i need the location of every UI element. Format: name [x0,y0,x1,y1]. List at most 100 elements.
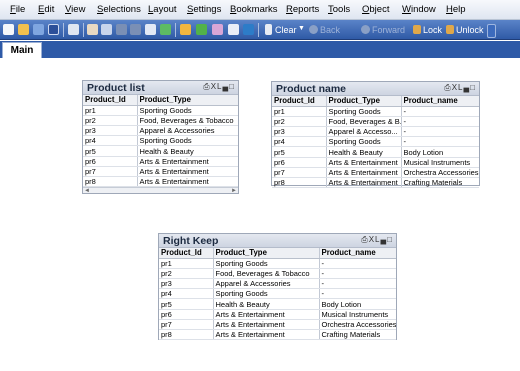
column-header[interactable]: Product_Type [326,96,402,107]
table-cell[interactable]: Musical Instruments [319,309,396,320]
menu-window[interactable]: Window [402,4,436,15]
table-cell[interactable]: Arts & Entertainment [326,167,402,179]
table-cell[interactable]: Sporting Goods [137,135,238,147]
table-row[interactable]: pr1 Sporting Goods [83,105,238,116]
print-icon[interactable]: ⎙ [361,235,368,244]
table-cell[interactable]: pr3 [159,278,214,290]
table-cell[interactable]: - [319,268,396,280]
table-cell[interactable]: - [401,126,479,138]
table-cell[interactable]: Apparel & Accessories [213,278,320,290]
table-row[interactable]: pr4 Sporting Goods - [272,136,479,148]
table-cell[interactable]: - [401,106,479,117]
excel-export-icon[interactable]: XL [369,235,381,244]
table-row[interactable]: pr2 Food, Beverages & Tobacco - [159,268,396,280]
table-cell[interactable]: Musical Instruments [401,157,479,168]
table-cell[interactable]: pr2 [159,268,214,280]
table-cell[interactable]: Arts & Entertainment [326,157,402,168]
table-cell[interactable]: pr1 [272,106,327,117]
column-header[interactable]: Product_Id [159,248,214,259]
search-icon[interactable] [145,24,156,35]
table-cell[interactable]: Sporting Goods [213,258,320,269]
table-cell[interactable]: pr5 [159,298,214,310]
table-cell[interactable]: Sporting Goods [137,105,238,116]
table-row[interactable]: pr3 Apparel & Accesso... - [272,126,479,138]
table-row[interactable]: pr7 Arts & Entertainment Orchestra Accesso… [272,167,479,179]
table-row[interactable]: pr6 Arts & Entertainment [83,156,238,167]
product-name-table[interactable]: Product name ⎙XL▄□ Product_Id Product_Ty… [271,81,480,189]
star-icon[interactable] [196,24,207,35]
table-cell[interactable]: pr3 [83,125,138,137]
table-row[interactable]: pr1 Sporting Goods - [159,258,396,269]
table-cell[interactable]: Crafting Materials [401,177,479,189]
table-cell[interactable]: Arts & Entertainment [213,329,320,341]
new-document-icon[interactable] [3,24,14,35]
horizontal-scrollbar[interactable]: ◄ ► [83,187,238,194]
table-cell[interactable]: pr6 [272,157,327,168]
table-cell[interactable]: pr8 [159,329,214,341]
table-cell[interactable]: pr8 [83,176,138,188]
product-list-table[interactable]: Product list ⎙XL▄□ Product_Id Product_Ty… [82,80,239,194]
print-icon[interactable]: ⎙ [444,83,451,92]
table-row[interactable]: pr4 Sporting Goods - [159,288,396,300]
table-cell[interactable]: Arts & Entertainment [137,156,238,167]
table-cell[interactable]: Body Lotion [319,298,396,310]
menu-settings[interactable]: Settings [187,4,221,15]
excel-export-icon[interactable]: XL [452,83,464,92]
table-cell[interactable]: pr7 [272,167,327,179]
table-row[interactable]: pr8 Arts & Entertainment Crafting Material… [272,177,479,189]
chevron-down-icon[interactable]: ▼ [298,25,305,32]
print-icon[interactable]: ⎙ [203,82,210,91]
table-row[interactable]: pr2 Food, Beverages & Tobacco [83,115,238,127]
table-cell[interactable]: pr4 [83,135,138,147]
maximize-icon[interactable]: □ [470,83,476,92]
toolbar-overflow-icon[interactable] [487,24,496,38]
table-cell[interactable]: pr4 [159,288,214,300]
back-button[interactable]: Back [320,25,340,35]
menu-help[interactable]: Help [446,4,466,15]
table-cell[interactable]: pr5 [272,146,327,158]
wand-icon[interactable] [228,24,239,35]
table-cell[interactable]: - [319,288,396,300]
reload-icon[interactable] [33,24,44,35]
table-row[interactable]: pr8 Arts & Entertainment [83,176,238,188]
table-cell[interactable]: Arts & Entertainment [213,309,320,320]
table-cell[interactable]: Health & Beauty [326,146,402,158]
table-cell[interactable]: pr5 [83,145,138,157]
menu-layout[interactable]: Layout [148,4,177,15]
table-cell[interactable]: pr7 [159,319,214,331]
lock-button[interactable]: Lock [423,25,442,35]
menu-reports[interactable]: Reports [286,4,319,15]
excel-export-icon[interactable]: XL [211,82,223,91]
table-row[interactable]: pr5 Health & Beauty Body Lotion [159,298,396,310]
chart-icon[interactable] [180,24,191,35]
right-keep-table[interactable]: Right Keep ⎙XL▄□ Product_Id Product_Type… [158,233,397,341]
edit-script-icon[interactable] [87,24,98,35]
table-cell[interactable]: Crafting Materials [319,329,396,341]
column-header[interactable]: Product_Id [272,96,327,107]
scroll-right-icon[interactable]: ► [231,188,237,194]
table-cell[interactable]: pr4 [272,136,327,148]
table-cell[interactable]: Arts & Entertainment [137,176,238,188]
save-icon[interactable] [48,24,59,35]
column-header[interactable]: Product_name [319,248,396,259]
menu-bookmarks[interactable]: Bookmarks [230,4,278,15]
column-header[interactable]: Product_Type [137,95,238,106]
table-cell[interactable]: Health & Beauty [137,145,238,157]
clear-button[interactable]: Clear [275,25,297,35]
maximize-icon[interactable]: □ [229,82,235,91]
table-row[interactable]: pr7 Arts & Entertainment [83,166,238,178]
table-cell[interactable]: Arts & Entertainment [137,166,238,178]
table-cell[interactable]: Body Lotion [401,146,479,158]
table-cell[interactable]: Sporting Goods [326,136,402,148]
table-cell[interactable]: pr7 [83,166,138,178]
table-cell[interactable]: pr1 [83,105,138,116]
table-cell[interactable]: - [401,136,479,148]
scroll-left-icon[interactable]: ◄ [84,188,90,194]
table-cell[interactable]: pr2 [83,115,138,127]
design-grid-icon[interactable] [212,24,223,35]
table-cell[interactable]: Arts & Entertainment [326,177,402,189]
column-header[interactable]: Product_Id [83,95,138,106]
table-row[interactable]: pr2 Food, Beverages & B... - [272,116,479,128]
tab-main[interactable]: Main [2,42,42,58]
table-cell[interactable]: pr6 [83,156,138,167]
